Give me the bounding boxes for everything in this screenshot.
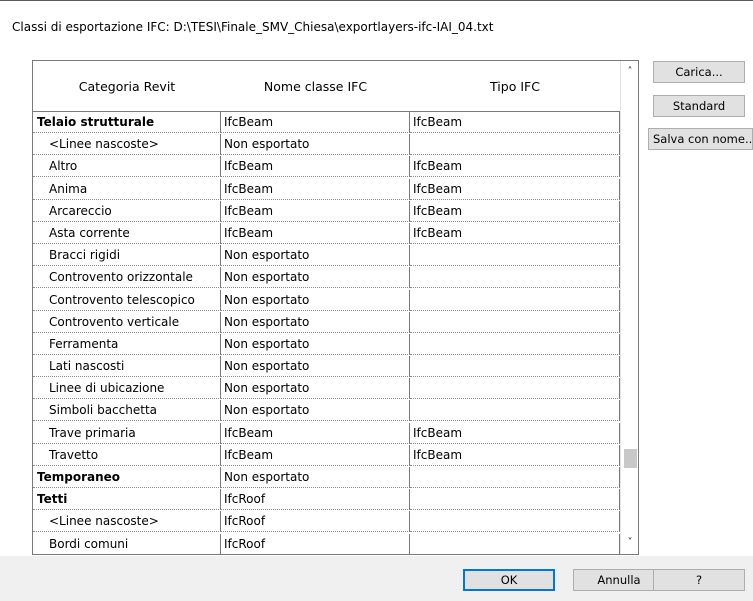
cell-category[interactable]: <Linee nascoste> bbox=[33, 511, 221, 533]
cell-ifc-type[interactable] bbox=[410, 489, 620, 511]
table-row[interactable]: Bordi comuni IfcRoof bbox=[33, 533, 620, 554]
table-row[interactable]: Bracci rigidi Non esportato bbox=[33, 245, 620, 267]
cell-category[interactable]: <Linee nascoste> bbox=[33, 134, 221, 156]
help-button[interactable]: ? bbox=[653, 569, 745, 591]
table-row[interactable]: Ferramenta Non esportato bbox=[33, 333, 620, 356]
load-button[interactable]: Carica... bbox=[653, 61, 745, 83]
cell-ifc-class[interactable]: IfcBeam bbox=[221, 422, 410, 444]
cell-category[interactable]: Asta corrente bbox=[33, 222, 221, 244]
grid-header: Categoria Revit Nome classe IFC Tipo IFC bbox=[33, 61, 621, 112]
cell-ifc-class[interactable]: Non esportato bbox=[221, 134, 410, 156]
cell-ifc-class[interactable]: Non esportato bbox=[221, 467, 410, 488]
table-row[interactable]: Anima IfcBeam IfcBeam bbox=[33, 178, 620, 201]
cell-ifc-type[interactable] bbox=[410, 400, 620, 422]
cell-ifc-type[interactable] bbox=[410, 245, 620, 267]
table-row[interactable]: Simboli bacchetta Non esportato bbox=[33, 400, 620, 422]
cell-category[interactable]: Controvento verticale bbox=[33, 311, 221, 333]
cell-ifc-class[interactable]: IfcBeam bbox=[221, 222, 410, 244]
cell-category[interactable]: Bracci rigidi bbox=[33, 245, 221, 267]
cell-ifc-class[interactable]: Non esportato bbox=[221, 378, 410, 400]
table-row[interactable]: Controvento telescopico Non esportato bbox=[33, 289, 620, 312]
cell-category[interactable]: Telaio strutturale bbox=[33, 112, 221, 133]
cell-category[interactable]: Temporaneo bbox=[33, 467, 221, 488]
cell-category[interactable]: Tetti bbox=[33, 489, 221, 511]
table-row[interactable]: Tetti IfcRoof bbox=[33, 489, 620, 511]
ok-button[interactable]: OK bbox=[463, 569, 555, 591]
table-row[interactable]: Linee di ubicazione Non esportato bbox=[33, 378, 620, 400]
cell-ifc-type[interactable] bbox=[410, 267, 620, 289]
cell-category[interactable]: Altro bbox=[33, 156, 221, 178]
cell-ifc-type[interactable] bbox=[410, 356, 620, 378]
chevron-down-icon[interactable]: ˅ bbox=[621, 534, 638, 552]
cell-ifc-class[interactable]: Non esportato bbox=[221, 333, 410, 355]
cell-ifc-class[interactable]: Non esportato bbox=[221, 267, 410, 289]
ifc-class-grid[interactable]: Categoria Revit Nome classe IFC Tipo IFC… bbox=[32, 60, 639, 555]
table-row[interactable]: Altro IfcBeam IfcBeam bbox=[33, 156, 620, 178]
cell-ifc-type[interactable] bbox=[410, 378, 620, 400]
cell-category[interactable]: Anima bbox=[33, 178, 221, 200]
cell-category[interactable]: Linee di ubicazione bbox=[33, 378, 221, 400]
cell-ifc-class[interactable]: Non esportato bbox=[221, 356, 410, 378]
table-row[interactable]: Lati nascosti Non esportato bbox=[33, 356, 620, 378]
table-row[interactable]: Arcareccio IfcBeam IfcBeam bbox=[33, 200, 620, 223]
cell-ifc-class[interactable]: IfcBeam bbox=[221, 200, 410, 222]
cell-ifc-class[interactable]: Non esportato bbox=[221, 245, 410, 267]
cell-ifc-type[interactable]: IfcBeam bbox=[410, 422, 620, 444]
cell-category[interactable]: Arcareccio bbox=[33, 200, 221, 222]
cell-ifc-class[interactable]: IfcBeam bbox=[221, 112, 410, 133]
cell-ifc-type[interactable] bbox=[410, 289, 620, 311]
cell-ifc-class[interactable]: IfcBeam bbox=[221, 156, 410, 178]
cell-ifc-type[interactable]: IfcBeam bbox=[410, 156, 620, 178]
dialog-title: Classi di esportazione IFC: D:\TESI\Fina… bbox=[12, 20, 494, 34]
cell-category[interactable]: Ferramenta bbox=[33, 333, 221, 355]
table-row[interactable]: Trave primaria IfcBeam IfcBeam bbox=[33, 422, 620, 445]
scrollbar-thumb[interactable] bbox=[624, 448, 637, 468]
cell-category[interactable]: Travetto bbox=[33, 444, 221, 466]
vertical-scrollbar[interactable]: ˄ ˅ bbox=[620, 61, 638, 554]
cell-category[interactable]: Trave primaria bbox=[33, 422, 221, 444]
cell-category[interactable]: Lati nascosti bbox=[33, 356, 221, 378]
cell-ifc-type[interactable] bbox=[410, 511, 620, 533]
table-row[interactable]: Telaio strutturale IfcBeam IfcBeam bbox=[33, 112, 620, 134]
cell-category[interactable]: Controvento orizzontale bbox=[33, 267, 221, 289]
cell-ifc-type[interactable] bbox=[410, 134, 620, 156]
table-row[interactable]: <Linee nascoste> IfcRoof bbox=[33, 511, 620, 533]
cell-ifc-class[interactable]: Non esportato bbox=[221, 289, 410, 311]
window-top-edge bbox=[0, 0, 753, 1]
cell-ifc-class[interactable]: Non esportato bbox=[221, 400, 410, 422]
column-header-ifc-class[interactable]: Nome classe IFC bbox=[221, 61, 411, 112]
table-row[interactable]: Controvento verticale Non esportato bbox=[33, 311, 620, 334]
table-row[interactable]: <Linee nascoste> Non esportato bbox=[33, 134, 620, 156]
save-as-button[interactable]: Salva con nome... bbox=[648, 128, 753, 150]
cell-ifc-type[interactable]: IfcBeam bbox=[410, 222, 620, 244]
cell-ifc-type[interactable]: IfcBeam bbox=[410, 200, 620, 222]
cell-ifc-type[interactable] bbox=[410, 467, 620, 488]
cell-ifc-type[interactable]: IfcBeam bbox=[410, 112, 620, 133]
table-row[interactable]: Travetto IfcBeam IfcBeam bbox=[33, 444, 620, 467]
table-row[interactable]: Controvento orizzontale Non esportato bbox=[33, 267, 620, 289]
cancel-button[interactable]: Annulla bbox=[573, 569, 665, 591]
cell-ifc-type[interactable]: IfcBeam bbox=[410, 444, 620, 466]
chevron-up-icon[interactable]: ˄ bbox=[621, 63, 638, 81]
grid-rows: Telaio strutturale IfcBeam IfcBeam <Linee n… bbox=[33, 112, 620, 554]
cell-ifc-type[interactable] bbox=[410, 533, 620, 554]
table-row[interactable]: Asta corrente IfcBeam IfcBeam bbox=[33, 222, 620, 245]
cell-ifc-class[interactable]: IfcRoof bbox=[221, 489, 410, 511]
cell-category[interactable]: Bordi comuni bbox=[33, 533, 221, 554]
column-header-category[interactable]: Categoria Revit bbox=[33, 61, 222, 112]
cell-ifc-class[interactable]: IfcBeam bbox=[221, 444, 410, 466]
cell-ifc-class[interactable]: IfcBeam bbox=[221, 178, 410, 200]
standard-button[interactable]: Standard bbox=[653, 95, 745, 117]
table-row[interactable]: Temporaneo Non esportato bbox=[33, 467, 620, 489]
column-header-ifc-type[interactable]: Tipo IFC bbox=[410, 61, 621, 112]
cell-category[interactable]: Simboli bacchetta bbox=[33, 400, 221, 422]
cell-ifc-class[interactable]: Non esportato bbox=[221, 311, 410, 333]
cell-ifc-type[interactable]: IfcBeam bbox=[410, 178, 620, 200]
cell-ifc-type[interactable] bbox=[410, 333, 620, 355]
cell-category[interactable]: Controvento telescopico bbox=[33, 289, 221, 311]
cell-ifc-class[interactable]: IfcRoof bbox=[221, 533, 410, 554]
cell-ifc-type[interactable] bbox=[410, 311, 620, 333]
cell-ifc-class[interactable]: IfcRoof bbox=[221, 511, 410, 533]
